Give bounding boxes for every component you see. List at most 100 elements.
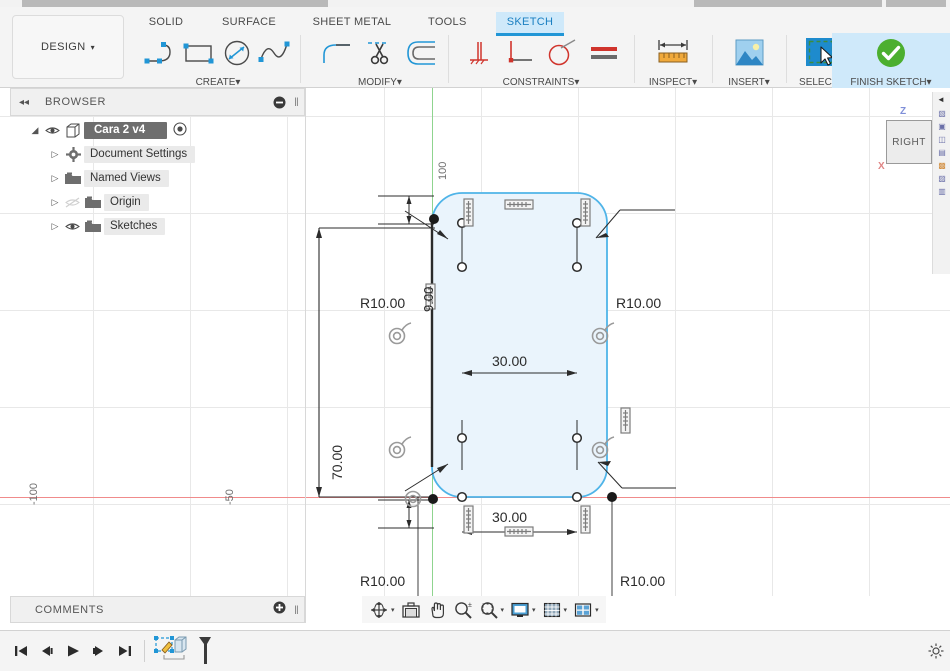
circle-tool[interactable] xyxy=(219,34,255,72)
dimension-radius-top-left[interactable]: R10.00 xyxy=(360,295,405,311)
measure-tool[interactable] xyxy=(653,34,693,72)
group-constraints: CONSTRAINTS▾ xyxy=(452,33,630,89)
fix-constraint-tool[interactable] xyxy=(458,34,498,72)
ribbon-toolbar: DESIGN ▾ SOLID SURFACE SHEET METAL TOOLS… xyxy=(0,7,950,89)
go-to-end-button[interactable] xyxy=(112,637,138,665)
look-at-button[interactable] xyxy=(398,597,424,623)
step-back-button[interactable] xyxy=(34,637,60,665)
folder-icon xyxy=(82,220,104,233)
group-inspect: INSPECT▾ xyxy=(636,33,710,89)
fillet-tool[interactable] xyxy=(318,34,358,72)
browser-minimize-icon[interactable] xyxy=(273,96,286,109)
tree-item-sketches[interactable]: ▷ Sketches xyxy=(10,214,305,238)
body-icon xyxy=(62,123,84,138)
dimension-radius-top-right[interactable]: R10.00 xyxy=(616,295,661,311)
chevron-down-icon: ▾ xyxy=(90,42,95,52)
tree-item-label: Cara 2 v4 xyxy=(84,121,168,139)
panel-icon-6[interactable]: ▨ xyxy=(936,173,948,184)
svg-text:±: ± xyxy=(468,602,472,609)
panel-icon-7[interactable]: ▥ xyxy=(936,186,948,197)
tangent-constraint-tool[interactable] xyxy=(542,34,582,72)
perpendicular-constraint-tool[interactable] xyxy=(500,34,540,72)
group-insert-label[interactable]: INSERT▾ xyxy=(714,77,784,88)
spline-tool[interactable] xyxy=(257,34,293,72)
visibility-eye-off-icon[interactable] xyxy=(62,197,82,208)
panel-icon-3[interactable]: ◫ xyxy=(936,134,948,145)
activate-component-icon[interactable] xyxy=(173,121,187,139)
rectangle-tool[interactable] xyxy=(181,34,217,72)
equal-constraint-tool[interactable] xyxy=(584,34,624,72)
panel-icon-5[interactable]: ▩ xyxy=(936,160,948,171)
fit-button[interactable]: ▾ xyxy=(476,597,508,623)
line-tool[interactable] xyxy=(143,34,179,72)
panel-divider xyxy=(305,88,306,623)
expand-arrow-icon[interactable]: ▷ xyxy=(48,149,62,160)
tree-item-origin[interactable]: ▷ Origin xyxy=(10,190,305,214)
go-to-beginning-button[interactable] xyxy=(8,637,34,665)
pan-button[interactable] xyxy=(424,597,450,623)
dimension-radius-bottom-right[interactable]: R10.00 xyxy=(620,573,665,589)
tree-item-label: Document Settings xyxy=(84,145,196,163)
finish-sketch-label[interactable]: FINISH SKETCH▾ xyxy=(832,77,950,88)
finish-sketch-check-icon xyxy=(871,34,911,72)
panel-icon-2[interactable]: ▣ xyxy=(936,121,948,132)
viewports-button[interactable]: ▾ xyxy=(570,597,602,623)
visibility-eye-icon[interactable] xyxy=(42,125,62,136)
trim-tool[interactable] xyxy=(360,34,400,72)
gear-icon xyxy=(62,146,84,162)
axis-x-label: X xyxy=(878,161,885,172)
workspace-switcher[interactable]: DESIGN ▾ xyxy=(12,15,124,79)
browser-grip[interactable]: ‖ xyxy=(294,95,299,109)
browser-title: BROWSER xyxy=(45,96,107,108)
group-modify: MODIFY▾ xyxy=(308,33,452,89)
dimension-overall-height[interactable]: 70.00 xyxy=(329,445,345,480)
panel-icon-1[interactable]: ▧ xyxy=(936,108,948,119)
dimension-width-top[interactable]: 30.00 xyxy=(492,353,527,369)
folder-icon xyxy=(82,196,104,209)
dimension-width-bottom[interactable]: 30.00 xyxy=(492,509,527,525)
group-modify-label[interactable]: MODIFY▾ xyxy=(308,77,452,88)
add-comment-icon[interactable] xyxy=(273,601,286,619)
expand-arrow-icon[interactable]: ▷ xyxy=(48,173,62,184)
timeline-end-marker[interactable] xyxy=(195,634,215,668)
dimension-radius-bottom-left[interactable]: R10.00 xyxy=(360,573,405,589)
axis-label-x-neg50: -50 xyxy=(224,489,236,505)
timeline-settings-icon[interactable] xyxy=(928,643,944,664)
insert-image-tool[interactable] xyxy=(729,34,769,72)
tree-item-named-views[interactable]: ▷ Named Views xyxy=(10,166,305,190)
view-cube-face[interactable]: RIGHT xyxy=(886,120,932,164)
group-inspect-label[interactable]: INSPECT▾ xyxy=(636,77,710,88)
right-side-panel[interactable]: ◄ ▧ ▣ ◫ ▤ ▩ ▨ ▥ xyxy=(932,92,950,274)
browser-collapse-icon[interactable]: ◂◂ xyxy=(19,97,29,108)
group-constraints-label[interactable]: CONSTRAINTS▾ xyxy=(452,77,630,88)
play-button[interactable] xyxy=(60,637,86,665)
browser-panel-header: ◂◂ BROWSER ‖ xyxy=(10,88,305,116)
group-create-label[interactable]: CREATE▾ xyxy=(144,77,292,88)
grid-snaps-button[interactable]: ▾ xyxy=(539,597,571,623)
tree-item-document-settings[interactable]: ▷ Document Settings xyxy=(10,142,305,166)
finish-sketch-panel[interactable]: FINISH SKETCH▾ xyxy=(832,33,950,89)
offset-tool[interactable] xyxy=(402,34,442,72)
navigation-toolbar: ▾ ± ▾ ▾ ▾ ▾ xyxy=(362,596,606,623)
orbit-button[interactable]: ▾ xyxy=(366,597,398,623)
timeline-feature-sketch[interactable] xyxy=(151,634,195,668)
visibility-eye-icon[interactable] xyxy=(62,221,82,232)
fusion360-window: DESIGN ▾ SOLID SURFACE SHEET METAL TOOLS… xyxy=(0,0,950,671)
tree-item-cara-2-v4[interactable]: ◢ Cara 2 v4 xyxy=(10,118,305,142)
expand-arrow-icon[interactable]: ◢ xyxy=(28,125,42,136)
axis-z-label: Z xyxy=(900,106,907,117)
tab-label: SOLID xyxy=(148,16,184,28)
display-settings-button[interactable]: ▾ xyxy=(507,597,539,623)
chevron-down-icon: ▾ xyxy=(574,77,580,88)
workspace-label: DESIGN xyxy=(41,41,86,53)
zoom-button[interactable]: ± xyxy=(450,597,476,623)
comments-grip[interactable]: ‖ xyxy=(294,603,299,617)
expand-arrow-icon[interactable]: ▷ xyxy=(48,221,62,232)
chevron-down-icon: ▾ xyxy=(595,606,599,614)
panel-icon-4[interactable]: ▤ xyxy=(936,147,948,158)
comments-panel-header: COMMENTS ‖ xyxy=(10,596,305,623)
expand-arrow-icon[interactable]: ▷ xyxy=(48,197,62,208)
dimension-offset-top[interactable]: 9.00 xyxy=(421,287,436,312)
panel-collapse-icon[interactable]: ◄ xyxy=(937,95,945,104)
step-forward-button[interactable] xyxy=(86,637,112,665)
